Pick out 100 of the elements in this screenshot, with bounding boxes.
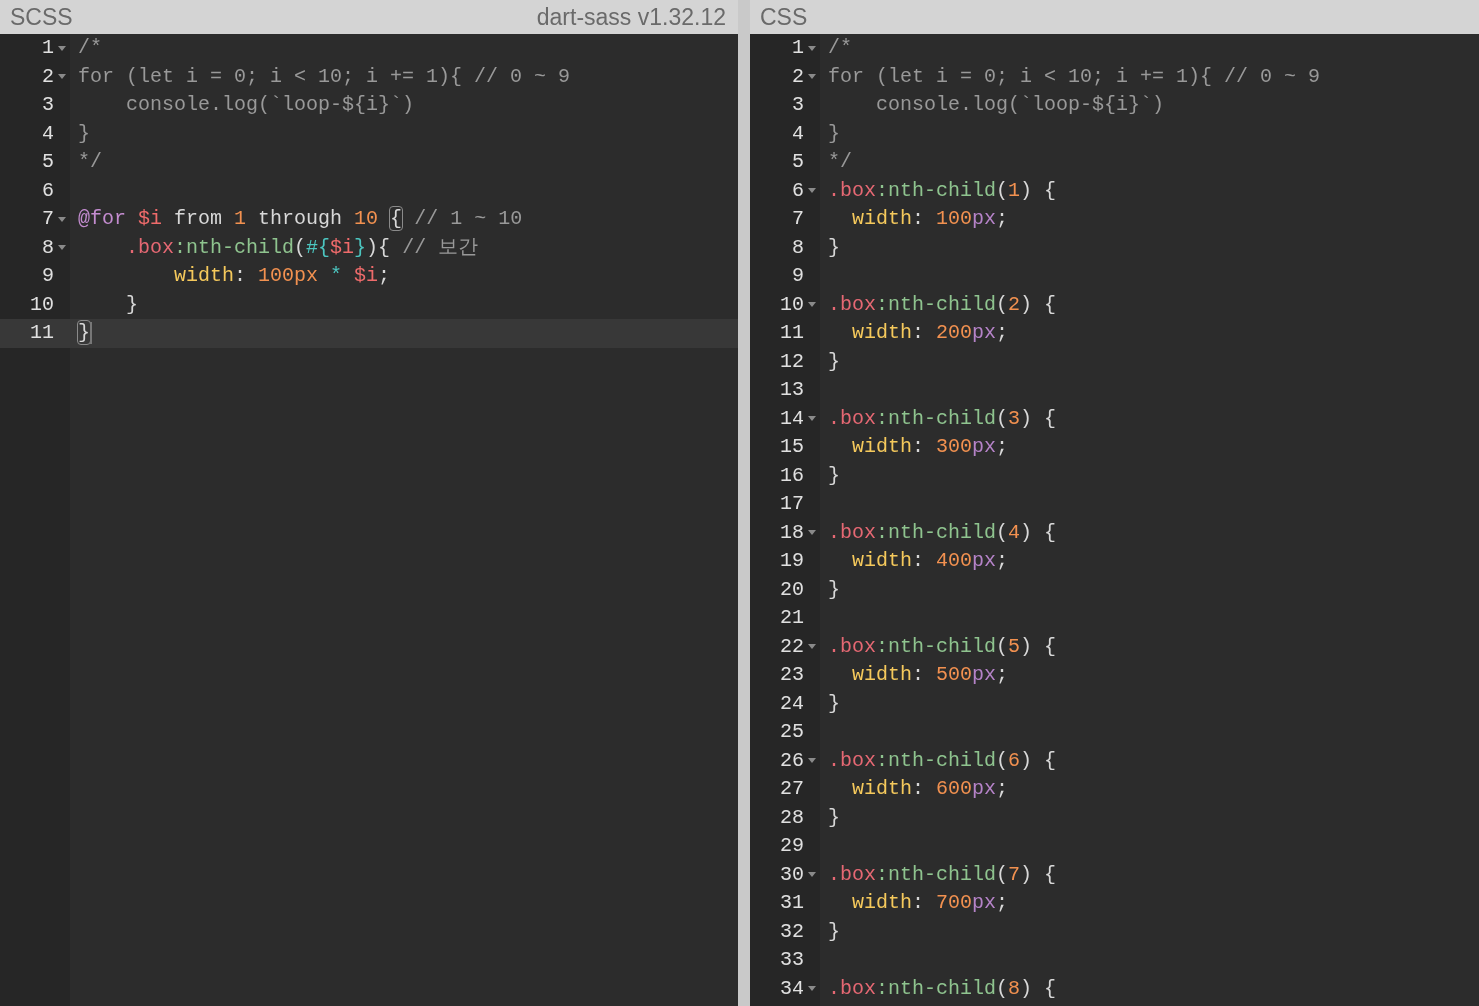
code-line: .box:nth-child(1) { [828,177,1057,204]
line-number: 30 [779,861,804,888]
code-line: /* [78,35,102,61]
line-number: 7 [791,206,804,232]
code-line: } [78,120,90,147]
text-cursor [90,322,92,345]
line-number: 6 [791,177,804,204]
fold-arrow-icon[interactable] [808,416,816,422]
fold-arrow-icon[interactable] [58,45,66,51]
line-number: 13 [779,377,804,403]
line-number: 2 [791,63,804,90]
code-line: .box:nth-child(5) { [828,633,1057,660]
fold-arrow-icon[interactable] [58,245,66,251]
line-number: 18 [779,519,804,546]
code-line: .box:nth-child(4) { [828,519,1057,546]
code-line: width: 500px; [851,662,1009,688]
fold-arrow-icon[interactable] [808,188,816,194]
line-number: 5 [791,149,804,175]
line-number: 34 [779,975,804,1002]
fold-arrow-icon[interactable] [58,74,66,80]
code-line: .box:nth-child(8) { [828,975,1057,1002]
line-number: 14 [779,405,804,432]
code-line: width: 300px; [851,434,1009,460]
code-line: .box:nth-child(2) { [828,291,1057,318]
fold-arrow-icon[interactable] [808,986,816,992]
code-line: */ [828,149,852,175]
line-number: 21 [779,605,804,631]
code-line: } [828,918,840,945]
line-number: 22 [779,633,804,660]
code-line: } [828,120,840,147]
line-number: 15 [779,434,804,460]
line-number: 32 [779,918,804,945]
code-line: width: 200px; [851,320,1009,346]
line-number: 4 [41,120,54,147]
pane-title: CSS [760,3,808,32]
code-line: width: 100px; [851,206,1009,232]
version-label: dart-sass v1.32.12 [536,3,726,32]
line-number: 7 [41,206,54,232]
fold-arrow-icon[interactable] [808,530,816,536]
line-number: 6 [41,177,54,204]
line-number: 2 [41,63,54,90]
line-number: 33 [779,947,804,973]
line-number: 3 [791,92,804,118]
line-number: 20 [779,576,804,603]
line-number: 12 [779,348,804,375]
code-line: for (let i = 0; i < 10; i += 1){ // 0 ~ 9 [828,63,1321,90]
line-number: 29 [779,833,804,859]
line-number: 1 [791,35,804,61]
code-line: .box:nth-child(#{$i}){ // 보간 [125,234,479,261]
fold-arrow-icon[interactable] [808,45,816,51]
fold-arrow-icon[interactable] [808,74,816,80]
pane-title: SCSS [10,3,73,32]
line-number: 26 [779,747,804,774]
code-line: console.log(`loop-${i}`) [875,92,1165,118]
line-number: 25 [779,719,804,745]
fold-arrow-icon[interactable] [58,216,66,222]
line-number: 17 [779,491,804,517]
fold-arrow-icon[interactable] [808,302,816,308]
line-number: 1 [41,35,54,61]
code-line: } [828,690,840,717]
code-line: /* [828,35,852,61]
line-number: 10 [29,291,54,318]
code-line: width: 400px; [851,548,1009,574]
code-line: @for $i from 1 through 10 { // 1 ~ 10 [78,206,523,232]
code-line: width: 100px * $i; [173,263,391,289]
line-number: 11 [779,320,804,346]
line-number: 28 [779,804,804,831]
fold-arrow-icon[interactable] [808,872,816,878]
code-line: } [828,576,840,603]
code-line: width: 600px; [851,776,1009,802]
line-number: 19 [779,548,804,574]
line-number: 16 [779,462,804,489]
line-number: 8 [41,234,54,261]
code-line: for (let i = 0; i < 10; i += 1){ // 0 ~ 9 [78,63,571,90]
line-number: 8 [791,234,804,261]
code-line: .box:nth-child(6) { [828,747,1057,774]
code-line: } [828,804,840,831]
line-number: 27 [779,776,804,802]
line-number: 4 [791,120,804,147]
code-line: } [828,234,840,261]
line-number: 23 [779,662,804,688]
code-line: } [828,348,840,375]
code-line: .box:nth-child(3) { [828,405,1057,432]
code-line: */ [78,149,102,175]
code-line: } [78,320,90,346]
line-number: 24 [779,690,804,717]
code-line: console.log(`loop-${i}`) [125,92,415,118]
line-number: 3 [41,92,54,118]
code-line: .box:nth-child(7) { [828,861,1057,888]
code-line: width: 700px; [851,890,1009,916]
fold-arrow-icon[interactable] [808,758,816,764]
code-line: } [125,291,138,318]
line-number: 9 [41,263,54,289]
code-line: } [828,462,840,489]
line-number: 10 [779,291,804,318]
fold-arrow-icon[interactable] [808,644,816,650]
line-number: 5 [41,149,54,175]
line-number: 11 [29,320,54,346]
line-number: 31 [779,890,804,916]
line-number: 9 [791,263,804,289]
